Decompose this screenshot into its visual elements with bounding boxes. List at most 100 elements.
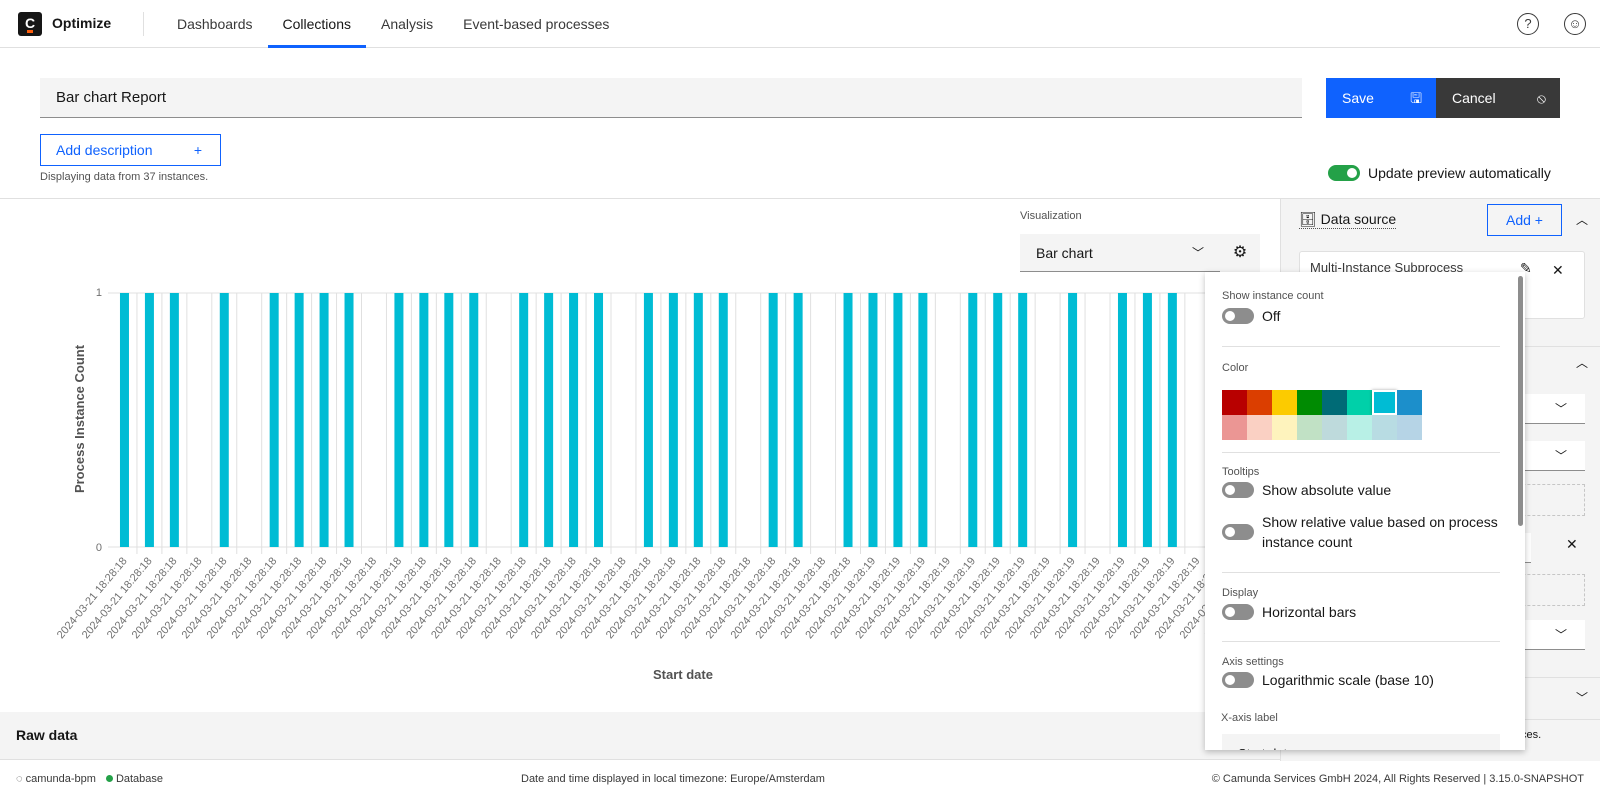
bar[interactable] (718, 293, 728, 547)
chart-area: 2024-03-21 18:28:18 2024-03-21 18:28:18 20… (0, 199, 1286, 712)
show-instance-count-toggle[interactable] (1222, 308, 1254, 324)
bar[interactable] (269, 293, 279, 547)
save-label: Save (1342, 90, 1374, 106)
y-tick-label-1: 1 (96, 287, 102, 299)
help-icon[interactable]: ? (1517, 13, 1539, 35)
show-instance-count-title: Show instance count (1222, 290, 1324, 302)
bar[interactable] (893, 293, 903, 547)
bar[interactable] (169, 293, 179, 547)
bar[interactable] (643, 293, 653, 547)
visualization-selected: Bar chart (1036, 245, 1093, 261)
bar[interactable] (544, 293, 554, 547)
bar[interactable] (319, 293, 329, 547)
show-instance-count-label: Off (1262, 308, 1281, 324)
color-swatch[interactable] (1222, 390, 1247, 415)
color-swatch[interactable] (1372, 390, 1397, 415)
visualization-config-popover: Show instance count Off Color Tooltips S… (1205, 272, 1525, 750)
bar[interactable] (918, 293, 928, 547)
bar[interactable] (1167, 293, 1177, 547)
gear-icon[interactable]: ⚙ (1220, 234, 1260, 272)
color-swatch[interactable] (1272, 415, 1297, 440)
engine-icon: ◌ (16, 773, 23, 785)
bar[interactable] (668, 293, 678, 547)
y-tick-label-0: 0 (96, 542, 102, 554)
bar[interactable] (519, 293, 529, 547)
popover-divider (1222, 452, 1500, 453)
remove-icon[interactable]: ✕ (1566, 536, 1578, 553)
bar[interactable] (868, 293, 878, 547)
chevron-down-icon: ﹀ (1554, 402, 1567, 416)
color-swatch[interactable] (1247, 415, 1272, 440)
show-absolute-row: Show absolute value (1222, 480, 1512, 500)
bar[interactable] (469, 293, 479, 547)
bar[interactable] (1068, 293, 1078, 547)
color-swatch[interactable] (1222, 415, 1247, 440)
bar[interactable] (144, 293, 154, 547)
color-swatch[interactable] (1397, 415, 1422, 440)
cancel-button[interactable]: Cancel ⦸ (1436, 78, 1560, 118)
collapse-icon[interactable]: ︿ (1576, 211, 1588, 228)
color-swatch[interactable] (1297, 415, 1322, 440)
data-source-label: Data source (1320, 211, 1397, 227)
visualization-select[interactable]: Bar chart ﹀ (1020, 234, 1220, 272)
nav-dashboards[interactable]: Dashboards (162, 0, 268, 48)
user-icon[interactable]: ☺ (1564, 13, 1586, 35)
remove-icon[interactable]: ✕ (1552, 262, 1564, 279)
expand-icon[interactable]: ﹀ (1576, 689, 1588, 706)
update-preview-toggle[interactable] (1328, 165, 1360, 181)
bar[interactable] (569, 293, 579, 547)
collapse-icon[interactable]: ︿ (1576, 354, 1588, 371)
nav-event-based-processes[interactable]: Event-based processes (448, 0, 624, 48)
color-swatch[interactable] (1347, 390, 1372, 415)
bar[interactable] (444, 293, 454, 547)
color-title: Color (1222, 362, 1249, 374)
log-scale-toggle[interactable] (1222, 672, 1254, 688)
raw-data-section[interactable]: Raw data (0, 712, 1280, 760)
bar[interactable] (968, 293, 978, 547)
camunda-logo[interactable]: C (18, 12, 42, 36)
bar[interactable] (119, 293, 129, 547)
save-button[interactable]: Save 🖫 (1326, 78, 1436, 118)
visualization-label: Visualization (1020, 210, 1082, 222)
bar[interactable] (594, 293, 604, 547)
add-description-button[interactable]: Add description + (40, 134, 221, 166)
bar[interactable] (344, 293, 354, 547)
color-swatch[interactable] (1347, 415, 1372, 440)
copyright-text: © Camunda Services GmbH 2024, All Rights… (1211, 773, 1584, 785)
cancel-icon: ⦸ (1536, 90, 1546, 106)
bar[interactable] (394, 293, 404, 547)
show-absolute-label: Show absolute value (1262, 482, 1392, 498)
nav-collections[interactable]: Collections (267, 0, 367, 48)
main-nav: Dashboards Collections Analysis Event-ba… (162, 0, 624, 48)
bar[interactable] (1142, 293, 1152, 547)
popover-scrollbar[interactable] (1518, 276, 1523, 526)
color-swatch[interactable] (1322, 415, 1347, 440)
bar[interactable] (793, 293, 803, 547)
bar[interactable] (219, 293, 229, 547)
add-data-source-button[interactable]: Add + (1487, 204, 1562, 236)
bar[interactable] (1117, 293, 1127, 547)
app-name[interactable]: Optimize (52, 15, 111, 31)
bar[interactable] (294, 293, 304, 547)
bar[interactable] (693, 293, 703, 547)
color-swatch[interactable] (1247, 390, 1272, 415)
x-axis-label-input[interactable]: Start date (1222, 734, 1500, 750)
show-instance-count-row: Off (1222, 306, 1512, 326)
bar[interactable] (768, 293, 778, 547)
bar[interactable] (419, 293, 429, 547)
color-swatch[interactable] (1372, 415, 1397, 440)
show-relative-toggle[interactable] (1222, 524, 1254, 540)
report-title-input[interactable]: Bar chart Report (40, 78, 1302, 118)
color-swatch[interactable] (1322, 390, 1347, 415)
color-swatch[interactable] (1297, 390, 1322, 415)
bar[interactable] (993, 293, 1003, 547)
instances-count-text: Displaying data from 37 instances. (40, 171, 209, 183)
color-swatch[interactable] (1272, 390, 1297, 415)
chevron-down-icon: ﹀ (1554, 628, 1567, 642)
bar[interactable] (1018, 293, 1028, 547)
color-swatch[interactable] (1397, 390, 1422, 415)
horizontal-bars-toggle[interactable] (1222, 604, 1254, 620)
bar[interactable] (843, 293, 853, 547)
nav-analysis[interactable]: Analysis (366, 0, 448, 48)
show-absolute-toggle[interactable] (1222, 482, 1254, 498)
